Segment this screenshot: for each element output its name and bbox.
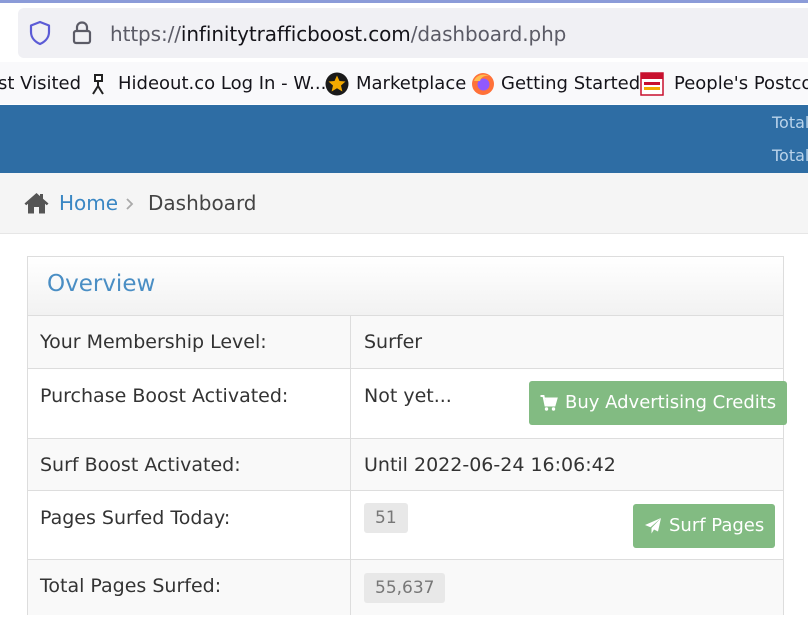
url-scheme: https:// (110, 22, 181, 46)
row-label: Surf Boost Activated: (40, 454, 241, 476)
table-row: Your Membership Level: Surfer (28, 316, 783, 369)
buy-advertising-credits-label: Buy Advertising Credits (565, 392, 777, 413)
surf-pages-button[interactable]: Surf Pages (633, 504, 776, 548)
column-divider (350, 316, 351, 368)
window-top-border (0, 0, 808, 3)
url-path: /dashboard.php (410, 22, 567, 46)
bookmark-marketplace[interactable]: Marketplace (356, 73, 466, 95)
total-pages-surfed-badge: 55,637 (364, 573, 446, 603)
chevron-right-icon (126, 198, 134, 210)
hideout-favicon-icon (92, 74, 104, 95)
row-label: Your Membership Level: (40, 331, 267, 353)
lock-icon[interactable] (71, 20, 93, 46)
header-stat-total-2: Total (772, 146, 808, 165)
pages-surfed-today-badge: 51 (364, 503, 408, 533)
row-label: Total Pages Surfed: (40, 575, 222, 597)
table-row: Pages Surfed Today: 51 Surf Pages (28, 491, 783, 560)
panel-heading: Overview (28, 257, 783, 316)
column-divider (350, 439, 351, 490)
overview-panel: Overview Your Membership Level: Surfer P… (27, 256, 788, 615)
purchase-boost-value: Not yet... (364, 385, 452, 407)
breadcrumb-current: Dashboard (148, 191, 257, 215)
bookmark-peoples-postcode[interactable]: People's Postcode (674, 73, 808, 95)
header-stat-total-1: Total (772, 113, 808, 132)
home-icon[interactable] (23, 191, 50, 215)
url-text[interactable]: https://infinitytrafficboost.com/dashboa… (110, 20, 566, 48)
site-header: Total Total (0, 105, 808, 173)
surf-boost-value: Until 2022-06-24 16:06:42 (364, 454, 616, 476)
column-divider (350, 560, 351, 615)
bookmark-most-visited[interactable]: st Visited (0, 73, 81, 95)
table-row: Surf Boost Activated: Until 2022-06-24 1… (28, 439, 783, 491)
table-row: Purchase Boost Activated: Not yet... Buy… (28, 369, 788, 439)
buy-advertising-credits-button[interactable]: Buy Advertising Credits (529, 381, 788, 425)
tracking-protection-shield-icon[interactable] (28, 20, 52, 46)
postcode-lottery-icon (640, 72, 664, 96)
bookmarks-toolbar: st Visited Hideout.co Log In - W... Mark… (0, 62, 808, 104)
paper-plane-icon (645, 518, 661, 534)
table-row: Total Pages Surfed: 55,637 (28, 560, 783, 615)
row-label: Purchase Boost Activated: (40, 385, 289, 407)
cart-icon (540, 395, 558, 411)
firefox-icon (472, 73, 494, 95)
breadcrumb-home-link[interactable]: Home (59, 191, 118, 215)
column-divider (350, 491, 351, 559)
marketplace-star-icon (325, 72, 349, 96)
panel-title: Overview (47, 271, 156, 297)
row-label: Pages Surfed Today: (40, 507, 231, 529)
column-divider (350, 369, 351, 438)
bookmark-getting-started[interactable]: Getting Started (501, 73, 640, 95)
bookmark-hideout[interactable]: Hideout.co Log In - W... (118, 73, 326, 95)
surf-pages-label: Surf Pages (669, 515, 765, 536)
url-host: infinitytrafficboost.com (180, 22, 411, 46)
breadcrumb: Home Dashboard (0, 173, 808, 234)
membership-level-value: Surfer (364, 331, 423, 353)
